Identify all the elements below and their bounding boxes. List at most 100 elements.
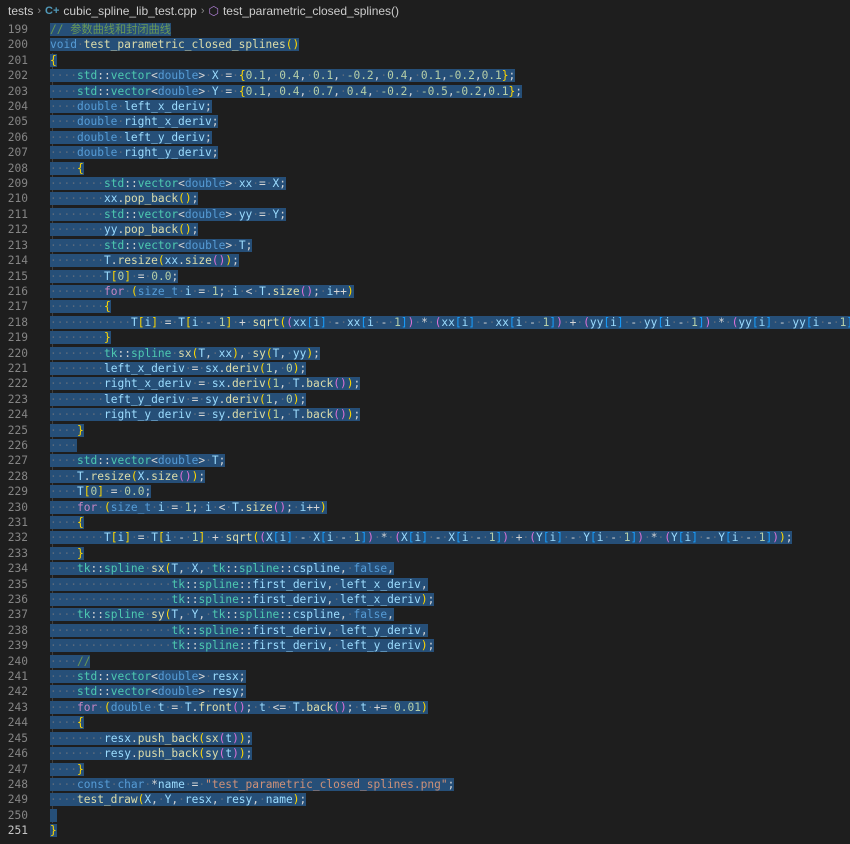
selection-highlight: ····double·left_x_deriv; bbox=[50, 100, 212, 114]
code-line[interactable]: 240 ····// bbox=[0, 653, 850, 670]
code-text: ····// bbox=[50, 654, 91, 669]
code-line[interactable]: 219 ········} bbox=[0, 330, 850, 346]
code-line[interactable]: 210 ········xx.pop_back(); bbox=[0, 191, 850, 207]
code-line[interactable]: 200 void·test_parametric_closed_splines() bbox=[0, 37, 850, 52]
code-line[interactable]: 222 ········right_x_deriv·=·sx.deriv(1,·T… bbox=[0, 376, 850, 392]
code-line[interactable]: 212 ········yy.pop_back(); bbox=[0, 222, 850, 238]
code-line[interactable]: 215 ········T[0]·=·0.0; bbox=[0, 268, 850, 284]
line-number: 232 bbox=[7, 531, 28, 545]
code-text: } bbox=[50, 823, 57, 838]
code-line[interactable]: 249 ····test_draw(X,·Y,·resx,·resy,·name)… bbox=[0, 792, 850, 808]
selection-highlight: ····{ bbox=[50, 516, 84, 529]
breadcrumb-symbol[interactable]: test_parametric_closed_splines() bbox=[223, 4, 399, 18]
code-editor[interactable]: 199 // 参数曲线和封闭曲线 200 void·test_parametric_c… bbox=[0, 22, 850, 844]
code-line[interactable]: 246 ········resy.push_back(sy(t)); bbox=[0, 746, 850, 762]
selection-highlight: ····} bbox=[50, 762, 84, 776]
code-line[interactable]: 202 ····std::vector<double>·X·=·{0.1,·0.4… bbox=[0, 68, 850, 84]
code-text: ····} bbox=[50, 762, 84, 777]
code-text: ····std::vector<double>·resy; bbox=[50, 684, 246, 699]
code-line[interactable]: 201 { bbox=[0, 52, 850, 69]
code-line[interactable]: 205 ····double·right_x_deriv; bbox=[0, 114, 850, 130]
selection-highlight: ············T[i]·=·T[i·-·1]·+·sqrt((xx[i… bbox=[50, 315, 850, 329]
code-line[interactable]: 243 ····for·(double·t·=·T.front();·t·<=·T… bbox=[0, 699, 850, 716]
selection-highlight: ····T[0]·=·0.0; bbox=[50, 485, 152, 499]
code-line[interactable]: 227 ····std::vector<double>·T; bbox=[0, 453, 850, 469]
selection-highlight: ····std::vector<double>·Y·=·{0.1,·0.4,·0… bbox=[50, 84, 523, 98]
method-icon: ⬡ bbox=[208, 4, 219, 18]
code-text: ····{ bbox=[50, 161, 84, 176]
code-line[interactable]: 230 ····for·(size_t·i·=·1;·i·<·T.size();·… bbox=[0, 499, 850, 515]
code-line[interactable]: 209 ········std::vector<double>·xx·=·X; bbox=[0, 176, 850, 192]
line-number: 233 bbox=[7, 546, 28, 560]
line-number: 238 bbox=[7, 623, 28, 637]
code-line[interactable]: 231 ····{ bbox=[0, 515, 850, 531]
code-line[interactable]: 232 ········T[i]·=·T[i·-·1]·+·sqrt((X[i]·… bbox=[0, 530, 850, 546]
code-line[interactable]: 216 ········for·(size_t·i·=·1;·i·<·T.size… bbox=[0, 283, 850, 300]
line-number: 220 bbox=[7, 346, 28, 360]
selection-highlight: ········T[i]·=·T[i·-·1]·+·sqrt((X[i]·-·X… bbox=[50, 531, 793, 545]
code-line[interactable]: 199 // 参数曲线和封闭曲线 bbox=[0, 22, 850, 37]
code-line[interactable]: 220 ········tk::spline·sx(T,·xx),·sy(T,·y… bbox=[0, 345, 850, 361]
code-line[interactable]: 239 ··················tk::spline::first_d… bbox=[0, 638, 850, 654]
code-line[interactable]: 245 ········resx.push_back(sx(t)); bbox=[0, 730, 850, 747]
code-text: ····std::vector<double>·T; bbox=[50, 453, 226, 468]
code-line[interactable]: 204 ····double·left_x_deriv; bbox=[0, 99, 850, 115]
line-number: 224 bbox=[7, 408, 28, 422]
code-line[interactable]: 213 ········std::vector<double>·T; bbox=[0, 237, 850, 254]
code-line[interactable]: 211 ········std::vector<double>·yy·=·Y; bbox=[0, 206, 850, 223]
code-text: ········T[i]·=·T[i·-·1]·+·sqrt((X[i]·-·X… bbox=[50, 530, 793, 545]
selection-highlight: } bbox=[50, 824, 57, 838]
code-line[interactable]: 203 ····std::vector<double>·Y·=·{0.1,·0.4… bbox=[0, 83, 850, 100]
code-text: ········T[0]·=·0.0; bbox=[50, 269, 179, 284]
line-number: 223 bbox=[7, 392, 28, 406]
line-number: 217 bbox=[7, 300, 28, 314]
code-line[interactable]: 206 ····double·left_y_deriv; bbox=[0, 129, 850, 146]
code-line[interactable]: 233 ····} bbox=[0, 545, 850, 562]
code-line[interactable]: 242 ····std::vector<double>·resy; bbox=[0, 684, 850, 700]
code-text: ········{ bbox=[50, 299, 111, 314]
selection-highlight bbox=[50, 808, 57, 822]
code-line[interactable]: 234 ····tk::spline·sx(T,·X,·tk::spline::c… bbox=[0, 561, 850, 577]
code-line[interactable]: 214 ········T.resize(xx.size()); bbox=[0, 253, 850, 269]
breadcrumb-file[interactable]: cubic_spline_lib_test.cpp bbox=[63, 4, 196, 18]
line-number: 248 bbox=[7, 777, 28, 791]
code-line[interactable]: 248 ····const·char·*name·=·"test_parametr… bbox=[0, 776, 850, 793]
line-number: 199 bbox=[7, 23, 28, 36]
line-number: 227 bbox=[7, 454, 28, 468]
code-line[interactable]: 221 ········left_x_deriv·=·sx.deriv(1,·0)… bbox=[0, 360, 850, 377]
code-line[interactable]: 207 ····double·right_y_deriv; bbox=[0, 145, 850, 161]
code-line[interactable]: 241 ····std::vector<double>·resx; bbox=[0, 669, 850, 685]
code-line[interactable]: 224 ········right_y_deriv·=·sy.deriv(1,·T… bbox=[0, 407, 850, 423]
code-line[interactable]: 225 ····} bbox=[0, 422, 850, 438]
code-line[interactable]: 229 ····T[0]·=·0.0; bbox=[0, 484, 850, 500]
code-line[interactable]: 250 bbox=[0, 807, 850, 824]
selection-highlight: ········std::vector<double>·yy·=·Y; bbox=[50, 207, 287, 221]
code-line[interactable]: 238 ··················tk::spline::first_d… bbox=[0, 622, 850, 639]
code-line[interactable]: 236 ··················tk::spline::first_d… bbox=[0, 592, 850, 608]
code-line[interactable]: 223 ········left_y_deriv·=·sy.deriv(1,·0)… bbox=[0, 391, 850, 408]
line-number: 251 bbox=[7, 824, 28, 838]
code-line[interactable]: 247 ····} bbox=[0, 761, 850, 777]
line-number: 245 bbox=[7, 731, 28, 745]
code-line[interactable]: 237 ····tk::spline·sy(T,·Y,·tk::spline::c… bbox=[0, 607, 850, 623]
selection-highlight: ········{ bbox=[50, 300, 111, 314]
code-line[interactable]: 218 ············T[i]·=·T[i·-·1]·+·sqrt((x… bbox=[0, 314, 850, 331]
code-text: { bbox=[50, 53, 57, 68]
code-text: ···· bbox=[50, 438, 77, 453]
code-text: ····for·(double·t·=·T.front();·t·<=·T.ba… bbox=[50, 700, 428, 715]
breadcrumb-folder[interactable]: tests bbox=[8, 4, 33, 18]
code-line[interactable]: 228 ····T.resize(X.size()); bbox=[0, 468, 850, 485]
code-line[interactable]: 226 ···· bbox=[0, 437, 850, 454]
code-line[interactable]: 217 ········{ bbox=[0, 299, 850, 315]
selection-highlight: ········xx.pop_back(); bbox=[50, 192, 199, 206]
code-line[interactable]: 244 ····{ bbox=[0, 715, 850, 731]
code-line[interactable]: 235 ··················tk::spline::first_d… bbox=[0, 576, 850, 593]
code-line[interactable]: 251} bbox=[0, 823, 850, 838]
selection-highlight: ········std::vector<double>·xx·=·X; bbox=[50, 177, 287, 191]
code-line[interactable]: 208 ····{ bbox=[0, 160, 850, 177]
code-text: ··················tk::spline::first_deri… bbox=[50, 577, 428, 592]
selection-highlight: ····const·char·*name·=·"test_parametric_… bbox=[50, 777, 455, 791]
selection-highlight: ········resy.push_back(sy(t)); bbox=[50, 747, 253, 761]
code-text: ········right_y_deriv·=·sy.deriv(1,·T.ba… bbox=[50, 407, 361, 422]
line-number: 228 bbox=[7, 469, 28, 483]
